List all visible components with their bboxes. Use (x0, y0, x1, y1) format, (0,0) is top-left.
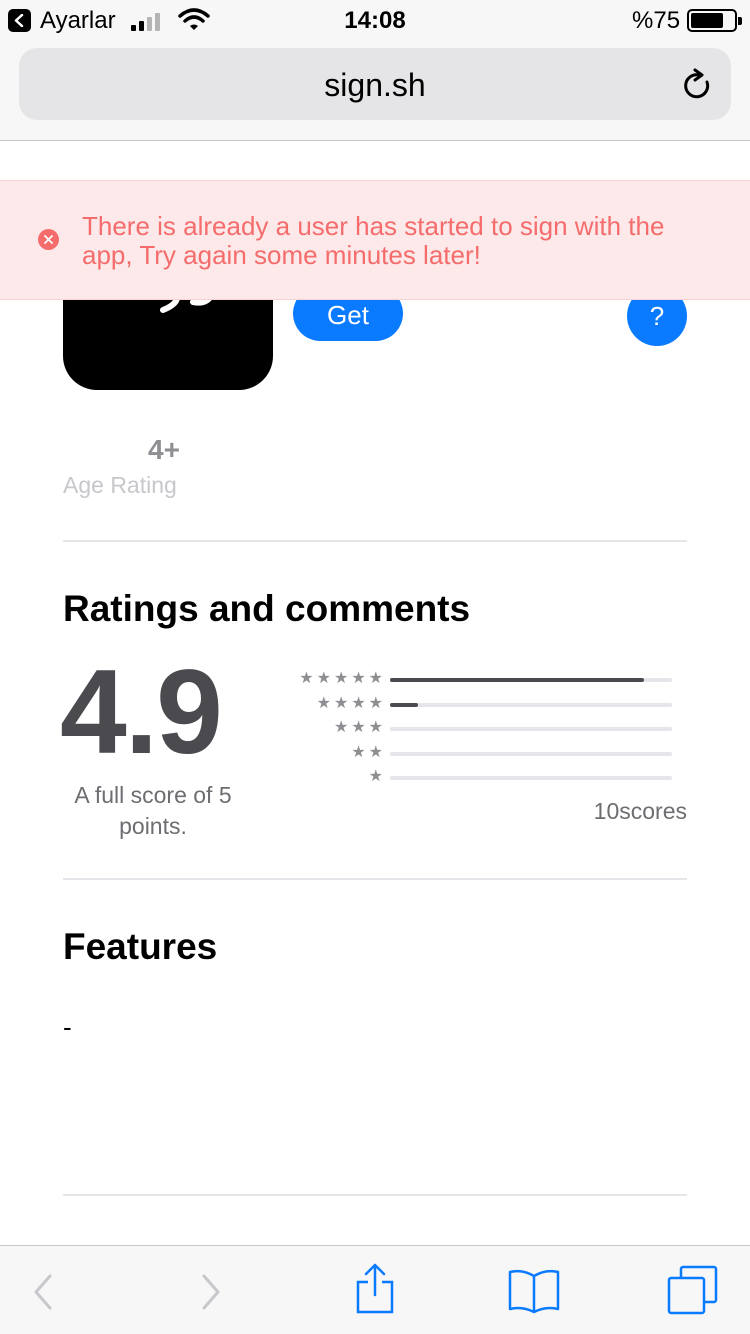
age-rating-value: 4+ (148, 434, 180, 465)
rating-bar (390, 702, 419, 707)
rating-track (390, 776, 672, 780)
battery-icon (687, 9, 742, 32)
browser-toolbar (0, 1245, 750, 1334)
rating-track (390, 678, 672, 682)
star-icon: ★★★★★ (299, 670, 386, 687)
address-bar: sign.sh (0, 40, 750, 141)
score-count: 10scores (593, 798, 687, 824)
share-icon[interactable] (325, 1246, 425, 1334)
age-rating-label: Age Rating (63, 472, 177, 498)
rating-track (390, 702, 672, 707)
average-score: 4.9 (60, 645, 223, 779)
star-icon: ★★★ (333, 719, 386, 736)
ratings-title: Ratings and comments (63, 588, 471, 629)
reload-icon[interactable] (681, 68, 713, 102)
url-text[interactable]: sign.sh (19, 67, 731, 104)
features-title: Features (63, 926, 218, 967)
rating-row: ★★★★★ (290, 670, 674, 687)
rating-row: ★★★ (290, 719, 674, 736)
url-field[interactable]: sign.sh (19, 48, 731, 120)
rating-track (390, 751, 672, 756)
divider (63, 878, 687, 880)
error-alert: There is already a user has started to s… (0, 180, 750, 300)
star-icon: ★★ (351, 743, 386, 761)
back-icon[interactable] (0, 1246, 100, 1334)
score-caption: A full score of 5 points. (74, 782, 232, 839)
tabs-icon[interactable] (644, 1246, 744, 1334)
status-bar: Ayarlar 14:08 %75 (0, 0, 750, 40)
features-text: - (63, 1012, 72, 1042)
star-icon: ★★★★ (316, 694, 386, 712)
star-icon: ★ (368, 768, 386, 785)
alert-message: There is already a user has started to s… (82, 211, 665, 270)
rating-bar (390, 678, 644, 682)
divider (63, 1194, 687, 1196)
rating-row: ★★★★ (290, 694, 674, 712)
rating-row: ★★ (290, 743, 674, 761)
rating-row: ★ (290, 768, 674, 785)
divider (63, 540, 687, 542)
error-icon (38, 229, 59, 250)
rating-track (390, 727, 672, 731)
bookmarks-icon[interactable] (484, 1246, 584, 1334)
forward-icon[interactable] (175, 1246, 275, 1334)
battery-percentage: %75 (632, 7, 681, 34)
